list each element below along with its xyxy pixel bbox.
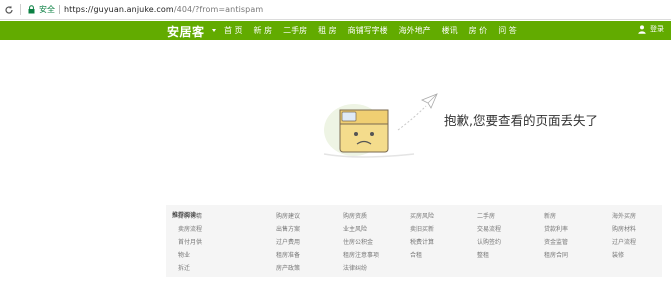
login-label: 登录 — [650, 25, 664, 33]
footer-link[interactable]: 住房公积金 — [343, 236, 379, 249]
footer-link[interactable]: 税费计算 — [410, 236, 434, 249]
footer-link[interactable]: 买房风险 — [410, 210, 434, 223]
nav-item-second-hand[interactable]: 二手房 — [283, 25, 307, 36]
lock-icon[interactable] — [27, 5, 36, 15]
footer-link[interactable]: 拆迁 — [178, 262, 202, 275]
footer-link[interactable]: 租房合同 — [544, 249, 568, 262]
footer-link[interactable]: 交易流程 — [477, 223, 501, 236]
nav-item-home[interactable]: 首 页 — [224, 25, 243, 36]
footer-link[interactable]: 卖房流程 — [178, 223, 202, 236]
footer-link[interactable]: 租房注意事项 — [343, 249, 379, 262]
footer-link[interactable]: 租房准备 — [276, 249, 300, 262]
browser-address-bar: 安全 https://guyuan.anjuke.com/404/?from=a… — [0, 0, 671, 20]
url-field[interactable]: https://guyuan.anjuke.com/404/?from=anti… — [64, 5, 263, 14]
site-nav: 安居客 首 页 新 房 二手房 租 房 商铺写字楼 海外地产 楼讯 房 价 问 … — [0, 21, 671, 40]
recommended-reading: 推荐阅读: 房价行情 卖房流程 首付月供 物业 拆迁 购房建议 出售方案 过户费… — [166, 205, 662, 277]
nav-item-qa[interactable]: 问 答 — [498, 25, 517, 36]
footer-link[interactable]: 购房建议 — [276, 210, 300, 223]
footer-link[interactable]: 海外买房 — [612, 210, 636, 223]
footer-link[interactable]: 房价行情 — [178, 210, 202, 223]
login-link[interactable]: 登录 — [638, 24, 664, 34]
footer-link[interactable]: 首付月供 — [178, 236, 202, 249]
nav-menu: 首 页 新 房 二手房 租 房 商铺写字楼 海外地产 楼讯 房 价 问 答 — [224, 21, 528, 40]
footer-column-3: 购房资质 业主风险 住房公积金 租房注意事项 法律纠纷 — [343, 210, 379, 275]
footer-link[interactable]: 购房材料 — [612, 223, 636, 236]
nav-item-news[interactable]: 楼讯 — [442, 25, 458, 36]
footer-column-5: 二手房 交易流程 认购签约 整租 — [477, 210, 501, 262]
url-path: /404/?from=antispam — [173, 5, 264, 14]
url-separator — [59, 5, 60, 14]
nav-item-commercial[interactable]: 商铺写字楼 — [348, 25, 388, 36]
not-found-illustration — [318, 90, 438, 160]
footer-link[interactable]: 资金监管 — [544, 236, 568, 249]
nav-item-rent[interactable]: 租 房 — [318, 25, 337, 36]
sad-folder-icon — [323, 93, 438, 158]
url-scheme: https:// — [64, 5, 94, 14]
footer-link[interactable]: 二手房 — [477, 210, 501, 223]
footer-link[interactable]: 出售方案 — [276, 223, 300, 236]
city-dropdown-icon[interactable] — [212, 29, 216, 32]
secure-label[interactable]: 安全 — [39, 4, 55, 15]
user-icon — [638, 24, 646, 34]
footer-link[interactable]: 物业 — [178, 249, 202, 262]
footer-column-4: 买房风险 卖旧买新 税费计算 合租 — [410, 210, 434, 262]
footer-link[interactable]: 业主风险 — [343, 223, 379, 236]
nav-item-overseas[interactable]: 海外地产 — [399, 25, 431, 36]
toolbar-divider — [20, 4, 21, 15]
footer-link[interactable]: 法律纠纷 — [343, 262, 379, 275]
footer-link[interactable]: 装修 — [612, 249, 636, 262]
footer-link[interactable]: 合租 — [410, 249, 434, 262]
footer-link[interactable]: 卖旧买新 — [410, 223, 434, 236]
footer-link[interactable]: 购房资质 — [343, 210, 379, 223]
nav-item-new-homes[interactable]: 新 房 — [254, 25, 273, 36]
footer-link[interactable]: 新房 — [544, 210, 568, 223]
footer-column-6: 新房 贷款利率 资金监管 租房合同 — [544, 210, 568, 262]
footer-link[interactable]: 房产政策 — [276, 262, 300, 275]
footer-link[interactable]: 认购签约 — [477, 236, 501, 249]
nav-item-prices[interactable]: 房 价 — [469, 25, 488, 36]
footer-column-7: 海外买房 购房材料 过户流程 装修 — [612, 210, 636, 262]
footer-link[interactable]: 整租 — [477, 249, 501, 262]
site-logo[interactable]: 安居客 — [167, 23, 205, 40]
footer-link[interactable]: 过户费用 — [276, 236, 300, 249]
footer-link[interactable]: 过户流程 — [612, 236, 636, 249]
reload-icon[interactable] — [3, 4, 15, 16]
footer-column-1: 房价行情 卖房流程 首付月供 物业 拆迁 — [178, 210, 202, 275]
error-message: 抱歉,您要查看的页面丢失了 — [444, 113, 598, 128]
url-host: guyuan.anjuke.com — [93, 5, 174, 14]
footer-link[interactable]: 贷款利率 — [544, 223, 568, 236]
footer-column-2: 购房建议 出售方案 过户费用 租房准备 房产政策 — [276, 210, 300, 275]
